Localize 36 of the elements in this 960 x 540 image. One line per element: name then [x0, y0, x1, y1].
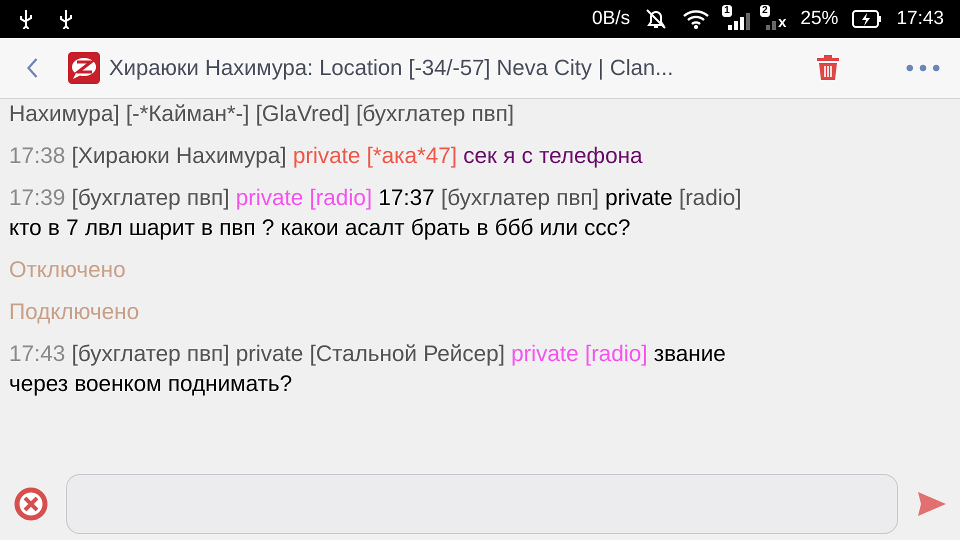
more-icon[interactable] — [906, 64, 940, 72]
message-text: Подключено — [9, 299, 140, 324]
message-text: [Стальной Рейсер] — [310, 341, 505, 366]
network-speed: 0B/s — [592, 8, 630, 30]
battery-percent: 25% — [800, 8, 838, 30]
message-text: сек я с телефона — [463, 143, 643, 168]
message-text: 17:38 — [9, 143, 66, 168]
message-text: private [radio] — [236, 185, 372, 210]
message-text: звание — [654, 341, 726, 366]
message-text: [Хираюки Нахимура] — [72, 143, 287, 168]
chat-title: Хираюки Нахимура: Location [-34/-57] Neva City | Clan... — [109, 55, 674, 81]
message-text: [radio] — [678, 185, 742, 210]
clock: 17:43 — [896, 8, 944, 30]
muted-bell-icon — [644, 8, 668, 30]
message-text: кто в 7 лвл шарит в пвп ? какои асалт брать в ббб или ссс? — [9, 215, 630, 240]
message-text: [бухглатер пвп] — [440, 185, 599, 210]
message-text: 17:39 — [9, 185, 66, 210]
message-text: private — [605, 185, 673, 210]
trash-icon[interactable] — [816, 55, 840, 81]
usb-icon — [18, 9, 34, 29]
message-text: Отключено — [9, 257, 126, 282]
back-icon[interactable] — [26, 57, 39, 79]
message-text: [бухглатер пвп] — [72, 341, 230, 366]
message-text: через военком поднимать? — [9, 371, 292, 396]
message-input[interactable] — [66, 474, 898, 534]
clear-icon[interactable] — [14, 487, 48, 521]
message-text: 17:43 — [9, 341, 66, 366]
message-text: private [*ака*47] — [292, 143, 458, 168]
message-text: private [radio] — [511, 341, 648, 366]
app-logo-icon — [67, 51, 101, 85]
message-text: Нахимура] [-*Кайман*-] [GlaVred] [бухглатер пвп] — [9, 101, 514, 126]
message-text: 17:37 — [378, 185, 435, 210]
usb-icon — [58, 9, 74, 29]
message-text: [бухглатер пвп] — [72, 185, 230, 210]
battery-icon — [852, 10, 882, 28]
message-text: private — [236, 341, 304, 366]
